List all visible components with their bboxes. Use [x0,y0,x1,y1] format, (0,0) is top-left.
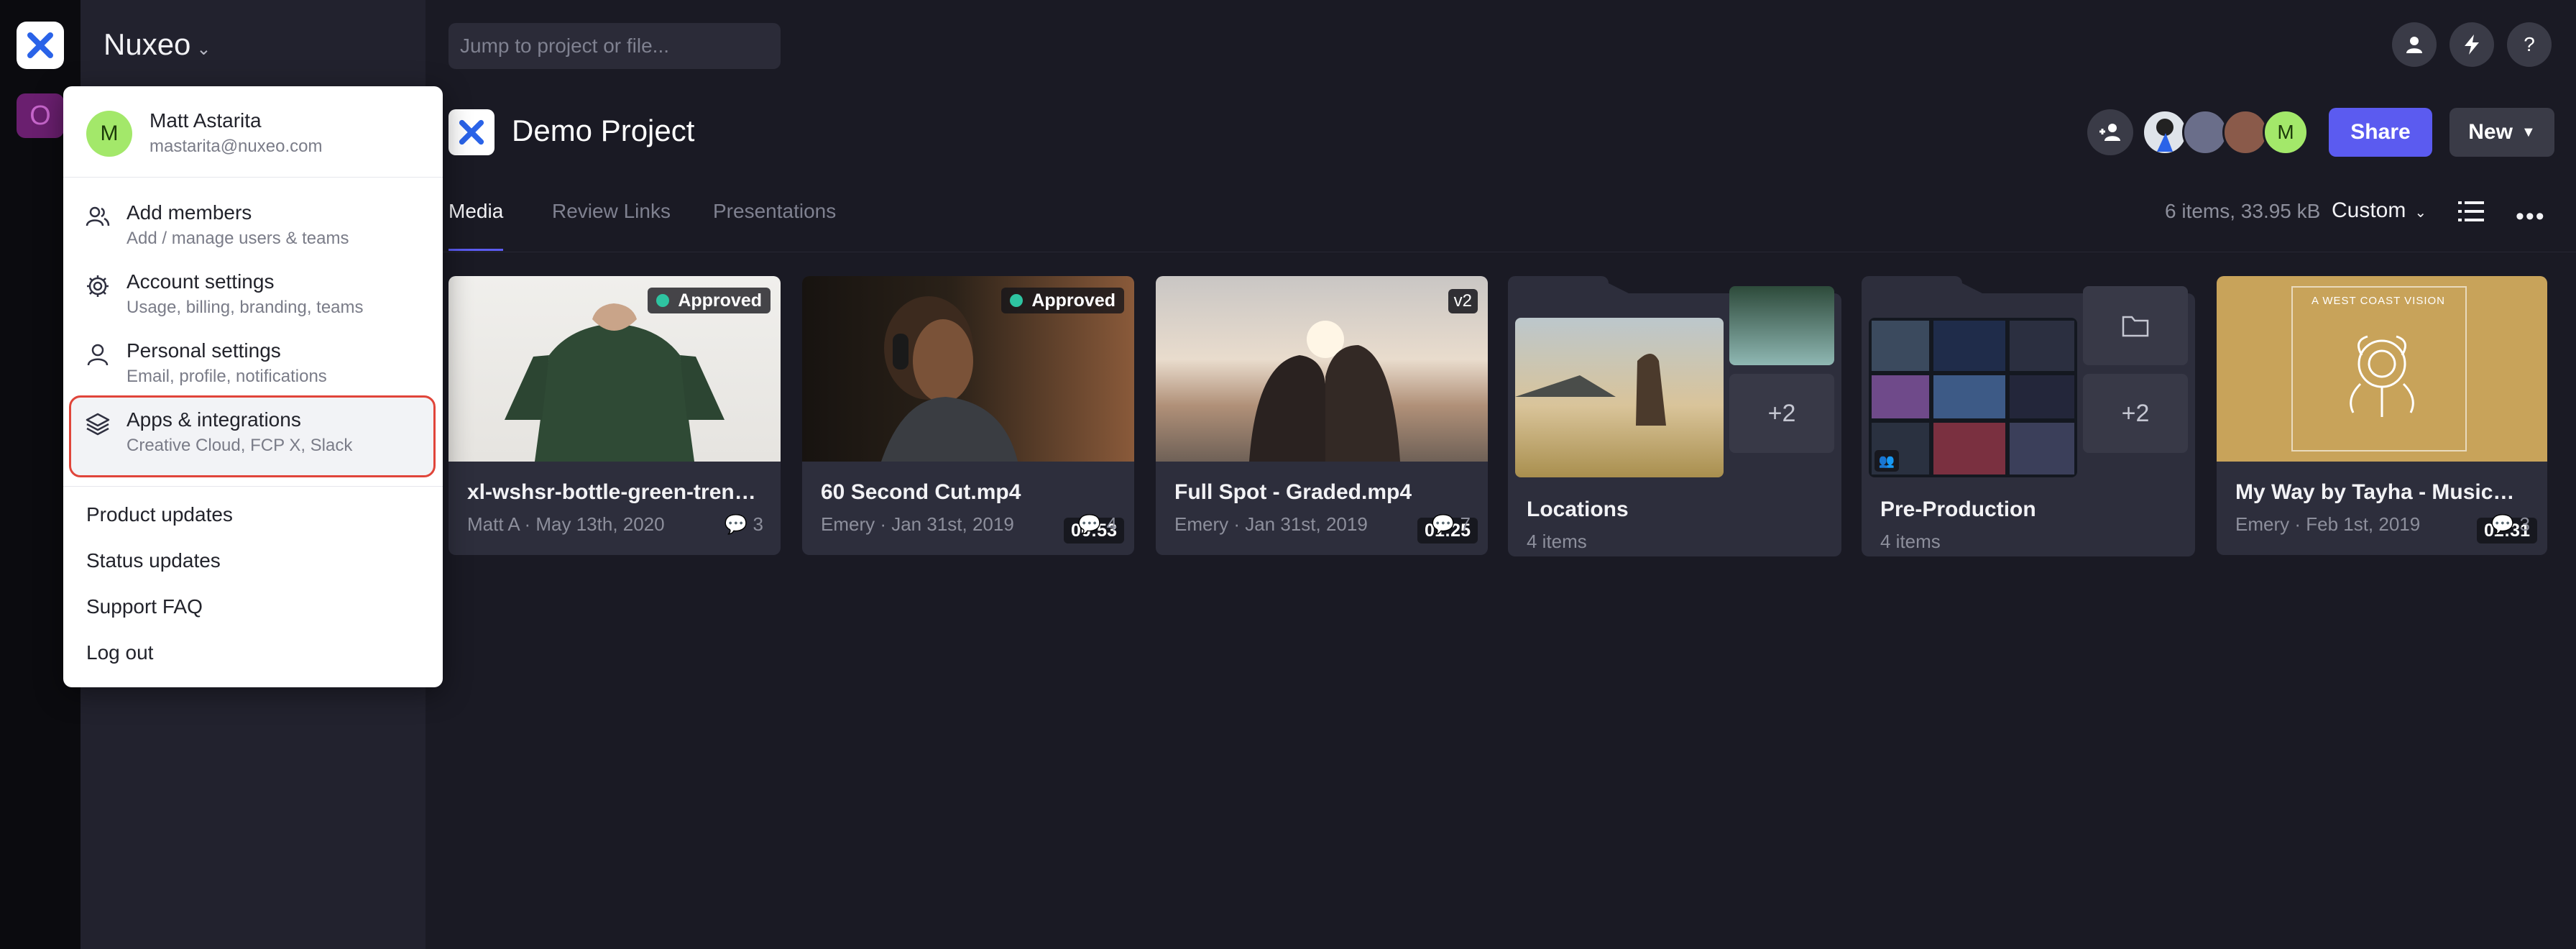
comment-count: 💬 7 [1431,513,1471,535]
x-logo-icon [27,32,53,58]
bolt-icon[interactable] [2450,22,2494,67]
menu-link-product-updates[interactable]: Product updates [86,503,233,526]
asset-card[interactable]: Approved xl-wshsr-bottle-green-trend... … [448,276,781,555]
approved-dot-icon [1010,294,1024,307]
search-input[interactable]: Jump to project or file... [448,23,781,69]
person-icon [87,344,109,366]
tab-review-links[interactable]: Review Links [552,200,671,223]
avatar[interactable] [2222,109,2268,155]
asset-card[interactable]: Approved 00:53 60 Second Cut.mp4 Emery ·… [802,276,1134,555]
members-icon [86,206,110,226]
new-button[interactable]: New ▼ [2450,108,2554,157]
comment-icon: 💬 [1077,513,1102,535]
asset-meta: Emery · Jan 31st, 2019 [821,513,1014,535]
asset-thumbnail: A WEST COAST VISION [2217,276,2547,462]
folder-meta: 4 items [1527,531,1587,552]
comment-count: 💬 4 [1077,513,1117,535]
chevron-down-icon: ⌄ [196,40,211,59]
version-badge[interactable]: v2 [1448,289,1478,313]
user-name: Matt Astarita [150,109,262,132]
asset-card[interactable]: A WEST COAST VISION 02:31 My Way by Tayh… [2217,276,2547,555]
folder-more-count: +2 [1729,374,1834,453]
menu-item-apps-integrations[interactable]: Apps & integrations Creative Cloud, FCP … [63,405,443,475]
status-badge: Approved [648,288,770,313]
chevron-down-icon: ▼ [2521,124,2536,140]
user-icon[interactable] [2392,22,2437,67]
team-switcher[interactable]: Nuxeo ⌄ [104,27,211,62]
menu-link-log-out[interactable]: Log out [86,641,153,664]
avatar[interactable]: M [2263,109,2309,155]
divider [63,486,443,487]
folder-meta: 4 items [1880,531,1941,552]
account-menu: M Matt Astarita mastarita@nuxeo.com Add … [63,86,443,687]
x-logo-icon [459,119,484,145]
user-email: mastarita@nuxeo.com [150,137,323,156]
folder-body: 👥 +2 Pre-Production 4 items [1862,286,2195,556]
tab-presentations[interactable]: Presentations [713,200,836,223]
asset-meta: Emery · Jan 31st, 2019 [1174,513,1368,535]
share-button[interactable]: Share [2329,108,2432,157]
album-text: A WEST COAST VISION [2312,295,2445,307]
more-options-icon[interactable]: ••• [2516,203,2546,231]
asset-title: xl-wshsr-bottle-green-trend... [467,480,762,504]
divider [63,177,443,178]
comment-count: 💬 3 [724,513,763,535]
menu-item-add-members[interactable]: Add members Add / manage users & teams [63,198,443,267]
add-person-icon [2099,124,2120,141]
menu-link-support-faq[interactable]: Support FAQ [86,595,203,618]
items-summary: 6 items, 33.95 kB [2165,200,2321,222]
chevron-down-icon: ⌄ [2414,205,2427,221]
avatar[interactable] [2142,109,2188,155]
asset-title: My Way by Tayha - MusicBe... [2235,480,2530,504]
folder-icon [2083,286,2188,365]
rose-illustration-icon [2350,335,2414,417]
folder-more-count: +2 [2083,374,2188,453]
folder-card[interactable]: 👥 +2 Pre-Production 4 items [1862,276,2195,556]
asset-thumbnail [1156,276,1488,462]
layers-icon [86,413,110,436]
asset-title: Full Spot - Graded.mp4 [1174,480,1412,504]
folder-body: +2 Locations 4 items [1508,286,1841,556]
project-title: Demo Project [512,114,695,147]
app-logo[interactable] [17,22,64,69]
folder-title: Locations [1527,498,1629,521]
folder-title: Pre-Production [1880,498,2036,521]
workspace-badge[interactable]: O [17,93,64,138]
tab-media[interactable]: Media [448,200,503,223]
approved-dot-icon [656,294,670,307]
menu-link-status-updates[interactable]: Status updates [86,549,221,572]
shared-folder-icon: 👥 [1874,450,1899,472]
folder-card[interactable]: +2 Locations 4 items [1508,276,1841,556]
avatar[interactable] [2182,109,2228,155]
gear-icon [87,275,109,297]
folder-thumbnail: 👥 [1869,318,2077,477]
list-view-icon[interactable] [2458,200,2484,223]
status-badge: Approved [1001,288,1124,313]
folder-thumbnail [1515,318,1724,477]
comment-icon: 💬 [1431,513,1455,535]
menu-item-account-settings[interactable]: Account settings Usage, billing, brandin… [63,267,443,336]
project-logo [448,109,494,155]
tab-indicator [448,249,503,251]
asset-title: 60 Second Cut.mp4 [821,480,1021,504]
help-icon[interactable]: ? [2507,22,2552,67]
asset-card[interactable]: v2 01:25 Full Spot - Graded.mp4 Emery · … [1156,276,1488,555]
avatar: M [86,111,132,157]
folder-thumbnail [1729,286,1834,365]
add-collaborator-button[interactable] [2087,109,2133,155]
asset-meta: Matt A · May 13th, 2020 [467,513,665,535]
sort-dropdown[interactable]: Custom ⌄ [2332,198,2426,223]
comment-icon: 💬 [724,513,748,535]
asset-meta: Emery · Feb 1st, 2019 [2235,513,2421,535]
team-name: Nuxeo [104,27,191,61]
comment-icon: 💬 [2490,513,2515,535]
comment-count: 💬 3 [2490,513,2530,535]
